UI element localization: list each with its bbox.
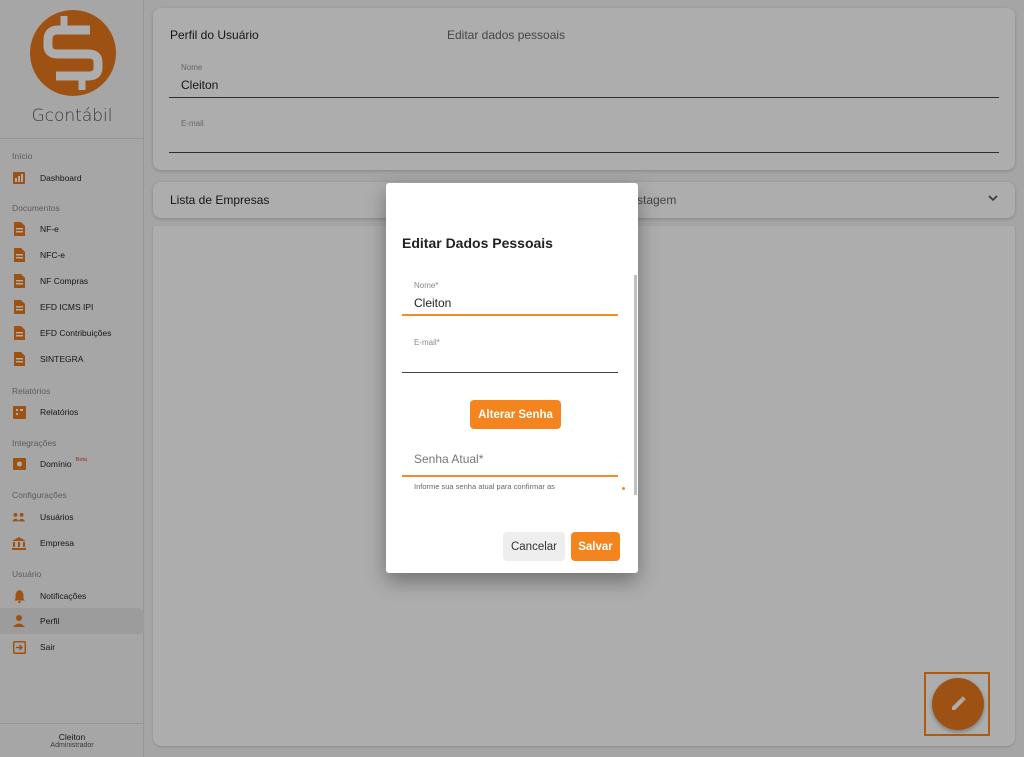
current-password-underline [402, 475, 618, 477]
dialog-name-label: Nome* [414, 281, 439, 290]
change-password-button[interactable]: Alterar Senha [470, 400, 561, 429]
dialog-name-input[interactable]: Cleiton [414, 296, 451, 310]
dialog-name-underline [402, 314, 618, 316]
dialog-scrollbar[interactable] [634, 275, 637, 495]
current-password-input[interactable]: Senha Atual* [414, 452, 483, 466]
dialog-title: Editar Dados Pessoais [402, 235, 553, 251]
save-button[interactable]: Salvar [571, 532, 620, 561]
field-indicator [622, 487, 625, 490]
dialog-email-underline [402, 372, 618, 373]
dialog-email-label: E-mail* [414, 338, 440, 347]
cancel-button[interactable]: Cancelar [503, 532, 565, 561]
current-password-hint: Informe sua senha atual para confirmar a… [414, 482, 555, 491]
edit-personal-data-dialog: Editar Dados Pessoais Nome* Cleiton E-ma… [386, 183, 638, 573]
